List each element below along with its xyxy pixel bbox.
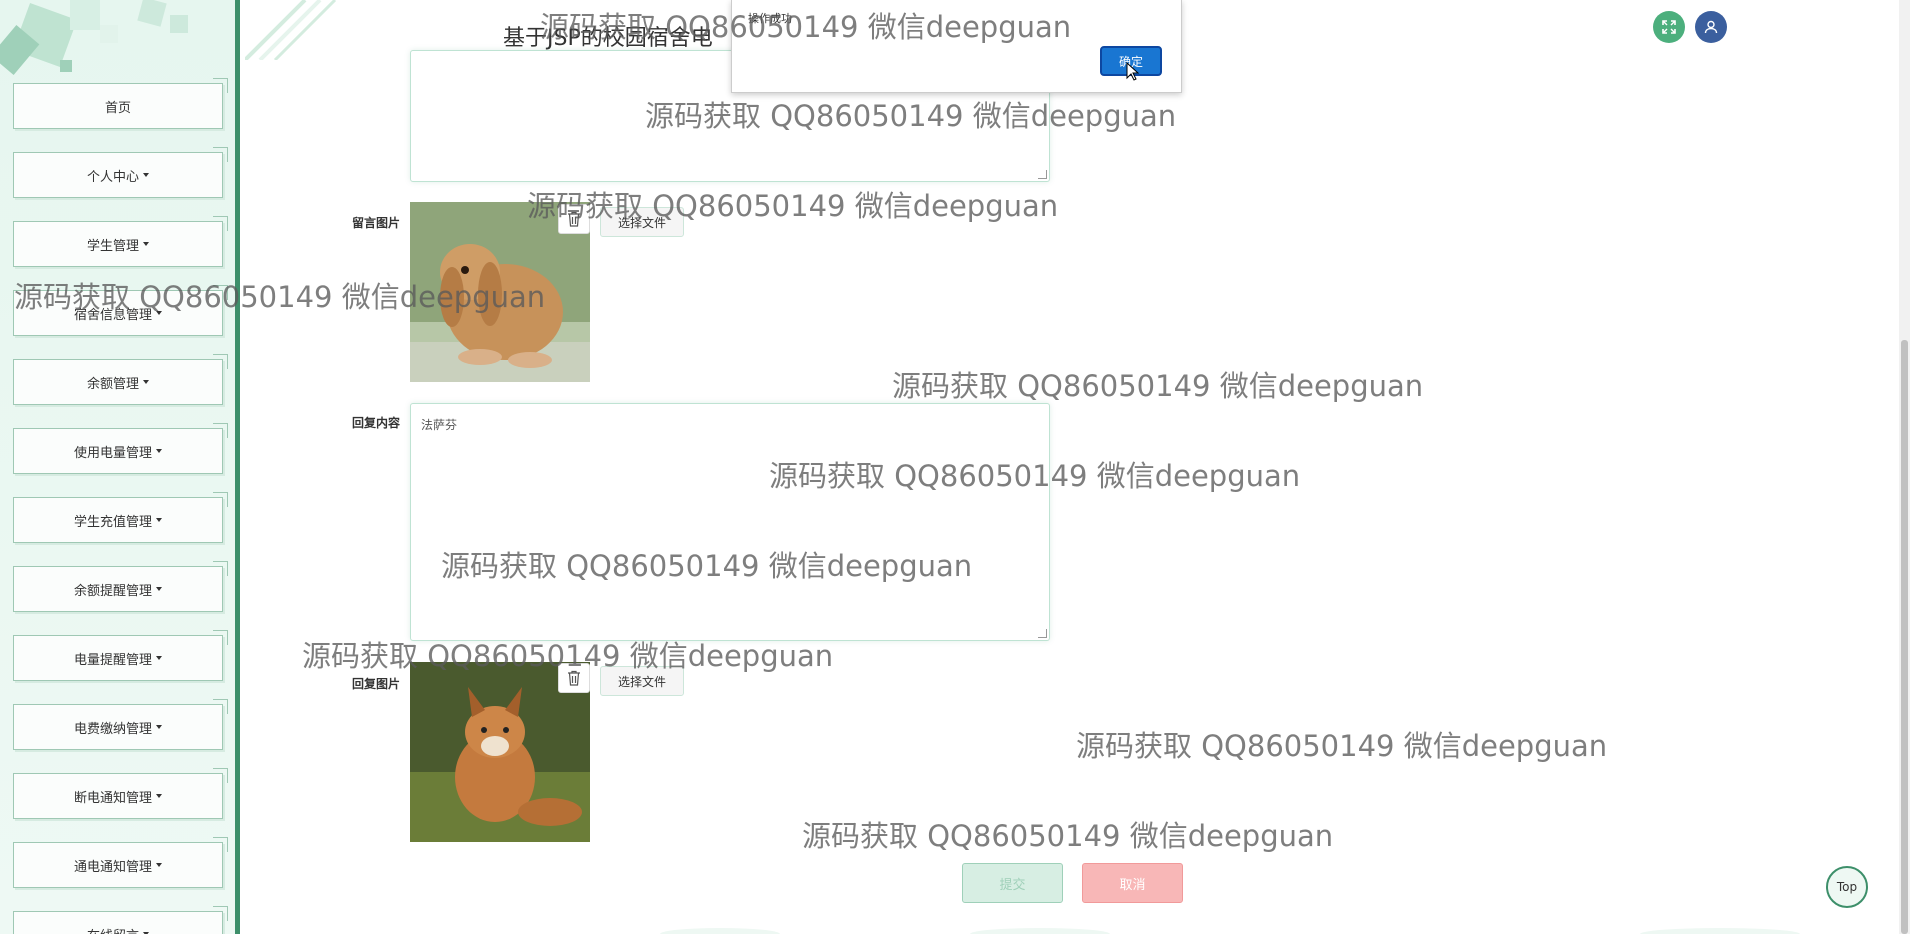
sidebar-item-label: 学生充值管理: [73, 514, 152, 530]
sidebar-item-label: 在线留言: [87, 925, 139, 934]
mouse-cursor-icon: [1126, 62, 1140, 81]
sidebar-decoration: [0, 0, 188, 75]
message-image-label: 留言图片: [351, 216, 400, 230]
sidebar-item-label: 余额管理: [86, 376, 139, 392]
back-to-top-button[interactable]: Top: [1826, 866, 1868, 908]
scrollbar-thumb[interactable]: [1901, 340, 1908, 934]
reply-content-textarea[interactable]: 法萨芬: [410, 403, 1050, 641]
caret-down-icon: [156, 518, 162, 522]
sidebar-item-label: 余额提醒管理: [73, 583, 152, 599]
reply-content-label: 回复内容: [351, 416, 400, 430]
sidebar-item-balance-management[interactable]: 余额管理: [13, 354, 228, 405]
caret-down-icon: [156, 656, 162, 660]
caret-down-icon: [156, 587, 162, 591]
sidebar-item-label: 首页: [104, 100, 131, 116]
sidebar-item-student-recharge-management[interactable]: 学生充值管理: [13, 492, 228, 543]
caret-down-icon: [143, 173, 149, 177]
caret-down-icon: [143, 242, 149, 246]
page-title: 基于JSP的校园宿舍电: [503, 26, 713, 51]
sidebar-item-power-on-notice-management[interactable]: 通电通知管理: [13, 837, 228, 888]
sidebar-item-electricity-usage-management[interactable]: 使用电量管理: [13, 423, 228, 474]
watermark: 源码获取 QQ86050149 微信deepguan: [1076, 729, 1608, 763]
sidebar-item-label: 电量提醒管理: [73, 652, 152, 668]
sidebar-item-label: 学生管理: [86, 238, 139, 254]
header-decoration: [245, 0, 337, 60]
delete-message-image-button[interactable]: [558, 204, 590, 234]
success-dialog: 操作成功 确定: [731, 0, 1182, 93]
caret-down-icon: [143, 380, 149, 384]
resize-handle[interactable]: [1038, 629, 1047, 638]
sidebar-item-label: 电费缴纳管理: [73, 721, 152, 737]
choose-message-image-button[interactable]: 选择文件: [600, 207, 684, 237]
reply-image-label: 回复图片: [351, 677, 400, 691]
resize-handle[interactable]: [1038, 170, 1047, 179]
user-icon[interactable]: [1695, 11, 1727, 43]
submit-button[interactable]: 提交: [962, 863, 1063, 903]
caret-down-icon: [156, 449, 162, 453]
sidebar-item-power-reminder-management[interactable]: 电量提醒管理: [13, 630, 228, 681]
caret-down-icon: [156, 725, 162, 729]
reply-content-value: 法萨芬: [421, 418, 458, 432]
sidebar-item-personal-center[interactable]: 个人中心: [13, 147, 228, 198]
sidebar-item-balance-reminder-management[interactable]: 余额提醒管理: [13, 561, 228, 612]
watermark: 源码获取 QQ86050149 微信deepguan: [892, 369, 1424, 403]
sidebar-item-dorm-info-management[interactable]: 宿舍信息管理: [13, 285, 228, 336]
sidebar-item-online-messages[interactable]: 在线留言: [13, 906, 228, 934]
caret-down-icon: [156, 311, 162, 315]
sidebar-item-student-management[interactable]: 学生管理: [13, 216, 228, 267]
trash-icon: [568, 670, 580, 686]
fullscreen-icon[interactable]: [1653, 11, 1685, 43]
sidebar-item-home[interactable]: 首页: [13, 78, 228, 129]
sidebar-item-label: 使用电量管理: [73, 445, 152, 461]
caret-down-icon: [156, 794, 162, 798]
choose-reply-image-button[interactable]: 选择文件: [600, 666, 684, 696]
caret-down-icon: [156, 863, 162, 867]
dialog-message: 操作成功: [748, 12, 792, 25]
sidebar-item-bill-payment-management[interactable]: 电费缴纳管理: [13, 699, 228, 750]
cancel-button[interactable]: 取消: [1082, 863, 1183, 903]
sidebar-item-label: 通电通知管理: [73, 859, 152, 875]
sidebar-item-label: 个人中心: [86, 169, 139, 185]
delete-reply-image-button[interactable]: [558, 663, 590, 693]
sidebar-item-power-off-notice-management[interactable]: 断电通知管理: [13, 768, 228, 819]
trash-icon: [568, 211, 580, 227]
sidebar-item-label: 宿舍信息管理: [73, 307, 152, 323]
sidebar: 首页 个人中心 学生管理 宿舍信息管理 余额管理 使用电量管理 学生充值管理 余…: [0, 0, 240, 934]
footer-decoration: [660, 928, 1800, 934]
sidebar-item-label: 断电通知管理: [73, 790, 152, 806]
watermark: 源码获取 QQ86050149 微信deepguan: [802, 819, 1334, 853]
